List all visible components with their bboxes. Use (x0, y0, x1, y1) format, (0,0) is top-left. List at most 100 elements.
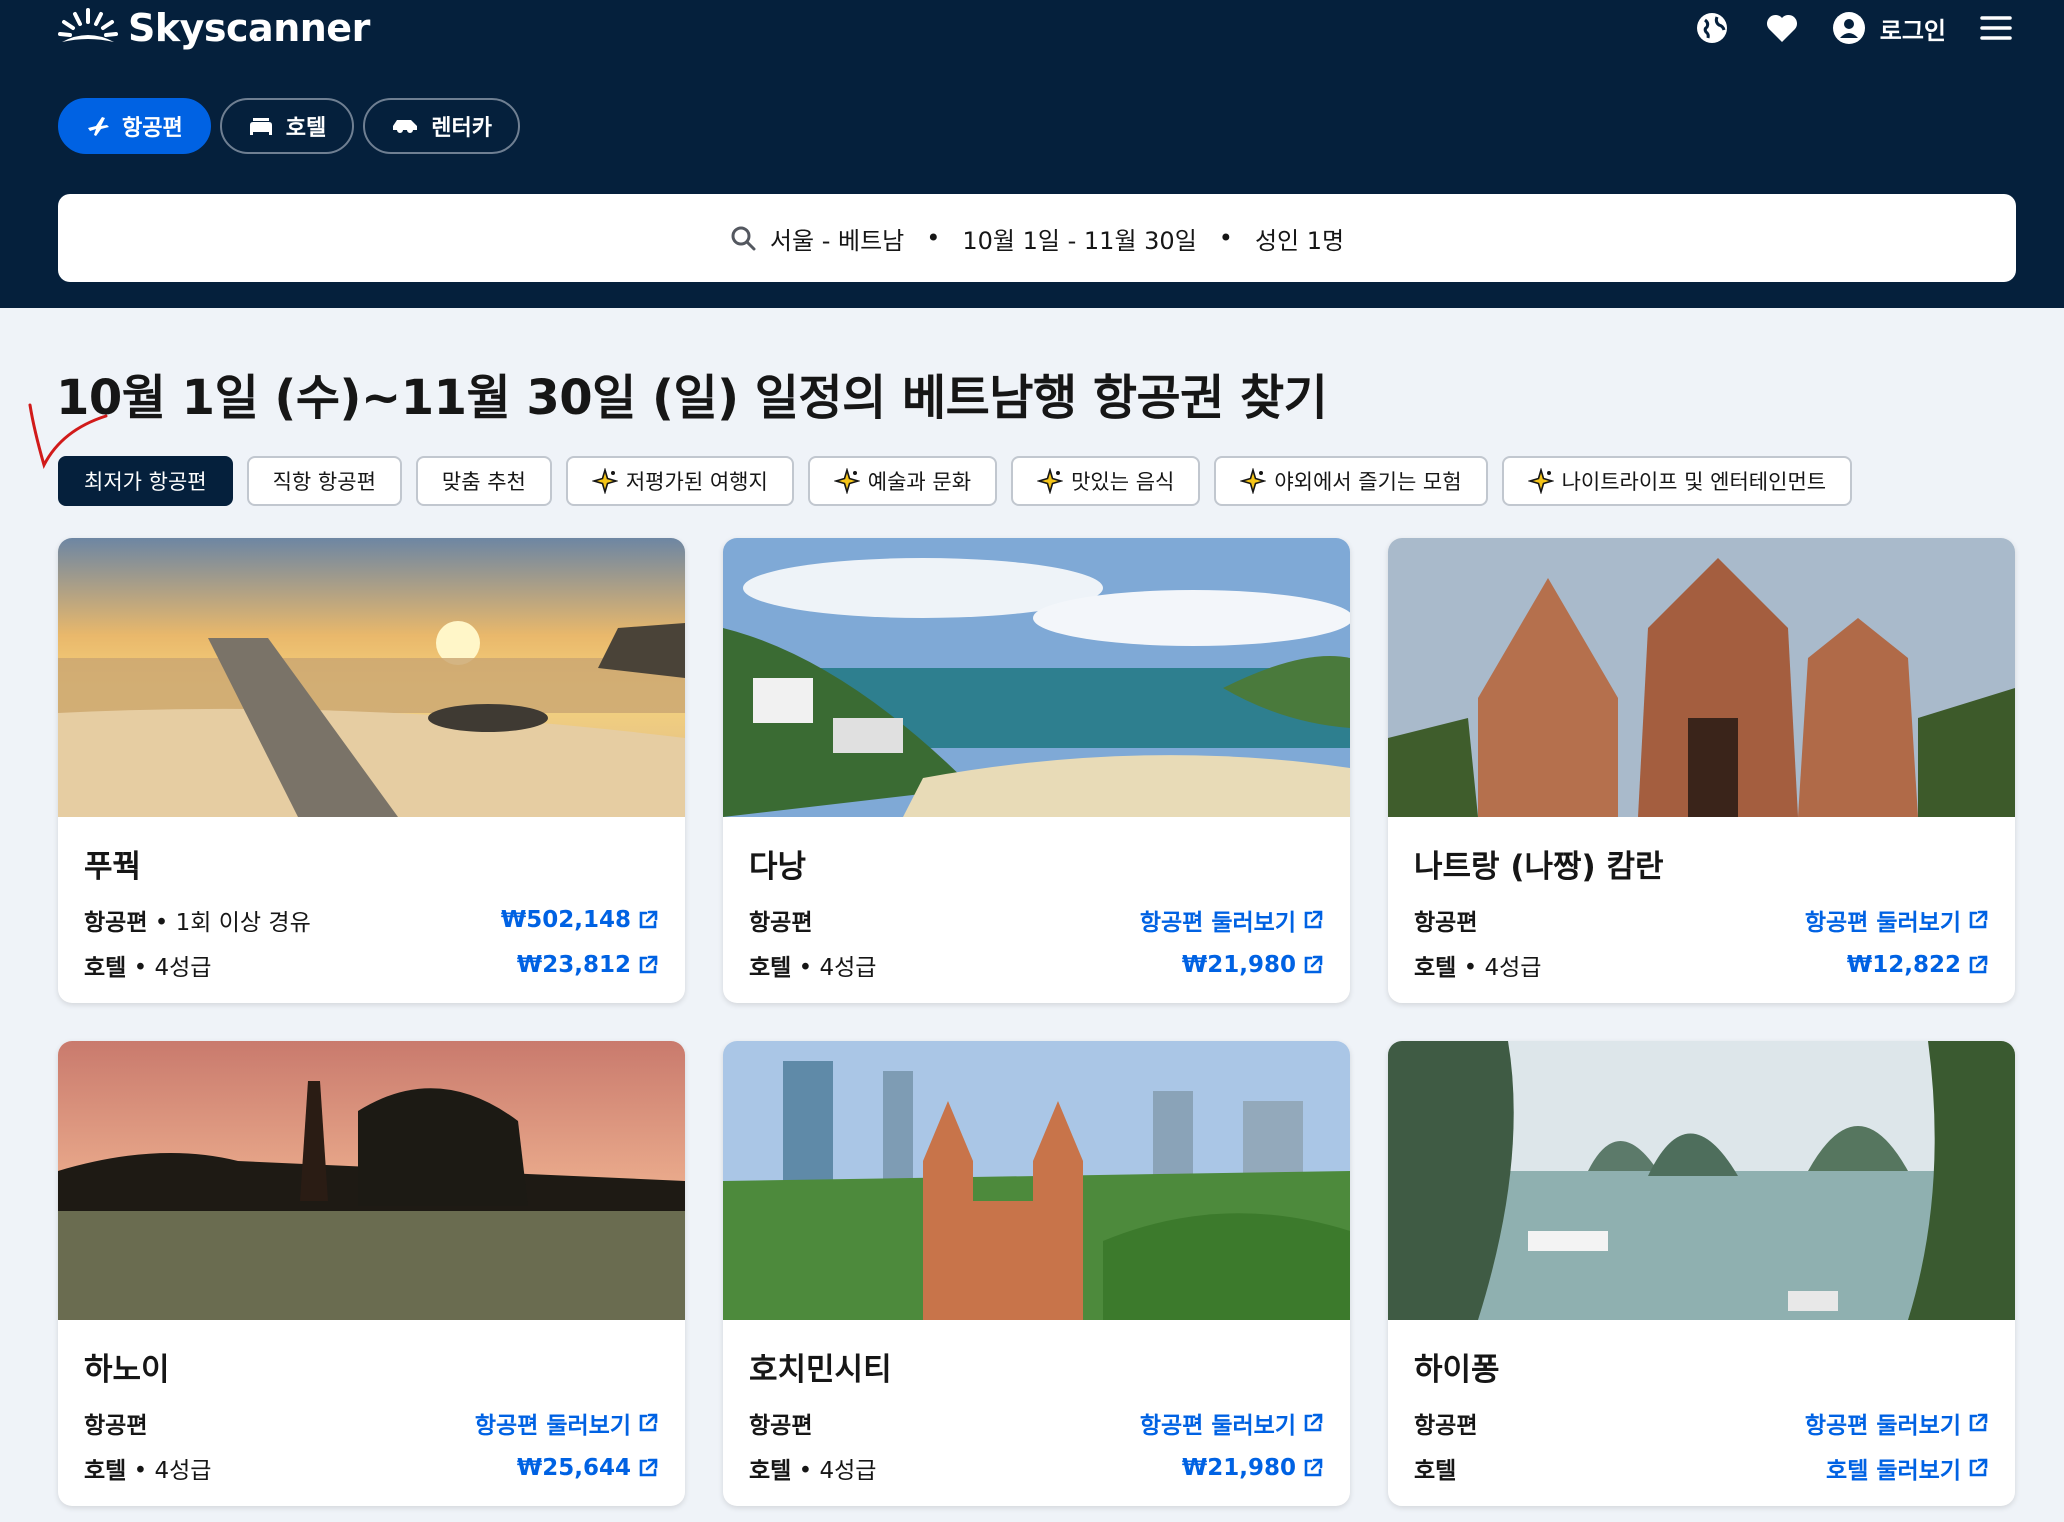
external-link-icon (1304, 955, 1323, 973)
page-title: 10월 1일 (수)~11월 30일 (일) 일정의 베트남행 항공권 찾기 (56, 370, 1328, 426)
menu-icon[interactable] (1976, 8, 2016, 48)
flight-detail: • 1회 이상 경유 (147, 909, 311, 936)
plane-icon (88, 117, 109, 136)
external-link-icon (1304, 1413, 1323, 1431)
flight-label: 항공편 (1414, 909, 1478, 936)
flight-label: 항공편 (749, 1412, 813, 1439)
hotel-label: 호텔 (84, 1457, 127, 1484)
external-link-icon (1304, 910, 1323, 928)
sparkle-icon (1527, 468, 1554, 494)
hotel-price-link[interactable]: ₩12,822 (1847, 952, 1989, 978)
destination-name: 다낭 (749, 849, 807, 885)
tab-label: 항공편 (122, 116, 183, 141)
hotel-value: ₩21,980 (1181, 951, 1296, 978)
destination-name: 푸꿕 (84, 849, 142, 885)
hotel-price-link[interactable]: 호텔 둘러보기 (1826, 1451, 1989, 1485)
destination-card[interactable]: 다낭항공편 항공편 둘러보기호텔 • 4성급 ₩21,980 (723, 538, 1350, 1003)
hotel-row: 호텔 • 4성급 ₩21,980 (749, 1445, 1324, 1490)
destination-image (723, 1041, 1350, 1320)
hotel-row: 호텔 • 4성급 ₩12,822 (1414, 942, 1989, 987)
tab-hotels[interactable]: 호텔 (219, 98, 355, 154)
external-link-icon (1969, 955, 1988, 973)
tab-flights[interactable]: 항공편 (58, 98, 211, 154)
globe-icon[interactable] (1692, 8, 1732, 48)
destination-card[interactable]: 푸꿕 항공편 • 1회 이상 경유 ₩502,148 호텔 • 4성급 ₩23,812 (58, 538, 685, 1003)
external-link-icon (1304, 1458, 1323, 1476)
heart-icon[interactable] (1762, 8, 1802, 48)
destination-card[interactable]: 호치민시티 항공편 항공편 둘러보기 호텔 • 4성급 ₩21,980 (723, 1041, 1350, 1506)
hotel-label: 호텔 (749, 1457, 792, 1484)
filter-chip-label: 직항 항공편 (272, 470, 376, 494)
filter-chip-label: 맞춤 추천 (441, 470, 526, 494)
filter-chip[interactable]: 직항 항공편 (246, 456, 402, 506)
filter-chip-label: 예술과 문화 (867, 470, 972, 494)
filter-chip-label: 맛있는 음식 (1071, 470, 1175, 494)
filter-chip-label: 최저가 항공편 (84, 470, 207, 494)
search-summary-bar[interactable]: 서울 - 베트남 • 10월 1일 - 11월 30일 • 성인 1명 (58, 194, 2016, 282)
hotel-price-link[interactable]: ₩21,980 (1182, 952, 1324, 978)
filter-chip-label: 나이트라이프 및 엔터테인먼트 (1561, 470, 1827, 494)
hotel-label: 호텔 (84, 954, 127, 981)
search-travellers: 성인 1명 (1254, 226, 1345, 255)
flight-price-link[interactable]: 항공편 둘러보기 (1805, 903, 1989, 937)
filter-chip[interactable]: 최저가 항공편 (58, 456, 233, 506)
flight-row: 항공편 항공편 둘러보기 (749, 1400, 1324, 1445)
flight-row: 항공편 항공편 둘러보기 (749, 897, 1324, 942)
flight-price-link[interactable]: 항공편 둘러보기 (1805, 1406, 1989, 1440)
skyscanner-logo[interactable]: Skyscanner (58, 6, 370, 50)
top-actions: 로그인 (1692, 8, 2016, 48)
filter-chip-label: 야외에서 즐기는 모험 (1274, 470, 1462, 494)
hotel-detail: • 4성급 (791, 1457, 877, 1484)
hotel-price-link[interactable]: ₩25,644 (517, 1455, 659, 1481)
flight-label: 항공편 (749, 909, 813, 936)
destination-name: 하이퐁 (1414, 1352, 1500, 1388)
hotel-price-link[interactable]: ₩23,812 (517, 952, 659, 978)
hotel-detail: • 4성급 (791, 954, 877, 981)
flight-price-link[interactable]: 항공편 둘러보기 (475, 1406, 659, 1440)
tab-car-hire[interactable]: 렌터카 (363, 98, 520, 154)
filter-chip[interactable]: 맛있는 음식 (1011, 456, 1201, 506)
flight-label: 항공편 (1414, 1412, 1478, 1439)
flight-price-link[interactable]: 항공편 둘러보기 (1140, 903, 1324, 937)
tab-label: 호텔 (285, 116, 327, 141)
separator-dot: • (1218, 224, 1233, 252)
flight-price-link[interactable]: 항공편 둘러보기 (1140, 1406, 1324, 1440)
hotel-detail: • 4성급 (1456, 954, 1542, 981)
flight-row: 항공편 항공편 둘러보기 (1414, 897, 1989, 942)
hotel-value: ₩23,812 (516, 951, 631, 978)
search-dates: 10월 1일 - 11월 30일 (962, 226, 1197, 255)
login-button[interactable]: 로그인 (1832, 11, 1946, 46)
hotel-label: 호텔 (749, 954, 792, 981)
flight-value: 항공편 둘러보기 (1804, 1412, 1961, 1439)
user-icon (1832, 12, 1865, 44)
flight-row: 항공편 항공편 둘러보기 (84, 1400, 659, 1445)
filter-chips: 최저가 항공편 직항 항공편 맞춤 추천 저평가된 여행지 예술과 문화 맛있는 음식 야외… (58, 456, 1853, 506)
flight-value: 항공편 둘러보기 (1804, 909, 1961, 936)
search-icon (731, 226, 756, 251)
filter-chip[interactable]: 예술과 문화 (807, 456, 998, 506)
hotel-row: 호텔 • 4성급 ₩23,812 (84, 942, 659, 987)
sparkle-icon (833, 468, 860, 494)
external-link-icon (1969, 1458, 1988, 1476)
hotel-value: 호텔 둘러보기 (1826, 1457, 1961, 1484)
filter-chip[interactable]: 저평가된 여행지 (565, 456, 794, 506)
sparkle-icon (1240, 468, 1267, 494)
filter-chip[interactable]: 맞춤 추천 (415, 456, 552, 506)
destination-card[interactable]: 하노이 항공편 항공편 둘러보기 호텔 • 4성급 ₩25,644 (58, 1041, 685, 1506)
flight-price-link[interactable]: ₩502,148 (501, 907, 659, 933)
hotel-price-link[interactable]: ₩21,980 (1182, 1455, 1324, 1481)
destination-card[interactable]: 하이퐁항공편 항공편 둘러보기호텔 호텔 둘러보기 (1388, 1041, 2015, 1506)
destination-card[interactable]: 나트랑 (나짱) 캄란 항공편 항공편 둘러보기 호텔 • 4성급 ₩12,822 (1388, 538, 2015, 1003)
flight-label: 항공편 (84, 1412, 148, 1439)
hotel-row: 호텔 호텔 둘러보기 (1414, 1445, 1989, 1490)
hotel-label: 호텔 (1414, 1457, 1457, 1484)
filter-chip[interactable]: 야외에서 즐기는 모험 (1214, 456, 1488, 506)
external-link-icon (639, 1458, 658, 1476)
filter-chip[interactable]: 나이트라이프 및 엔터테인먼트 (1501, 456, 1853, 506)
external-link-icon (639, 1413, 658, 1431)
destination-name: 나트랑 (나짱) 캄란 (1414, 849, 1664, 885)
car-icon (393, 120, 418, 133)
hotel-detail: • 4성급 (126, 954, 212, 981)
flight-value: 항공편 둘러보기 (1139, 909, 1296, 936)
destination-image (58, 538, 685, 817)
